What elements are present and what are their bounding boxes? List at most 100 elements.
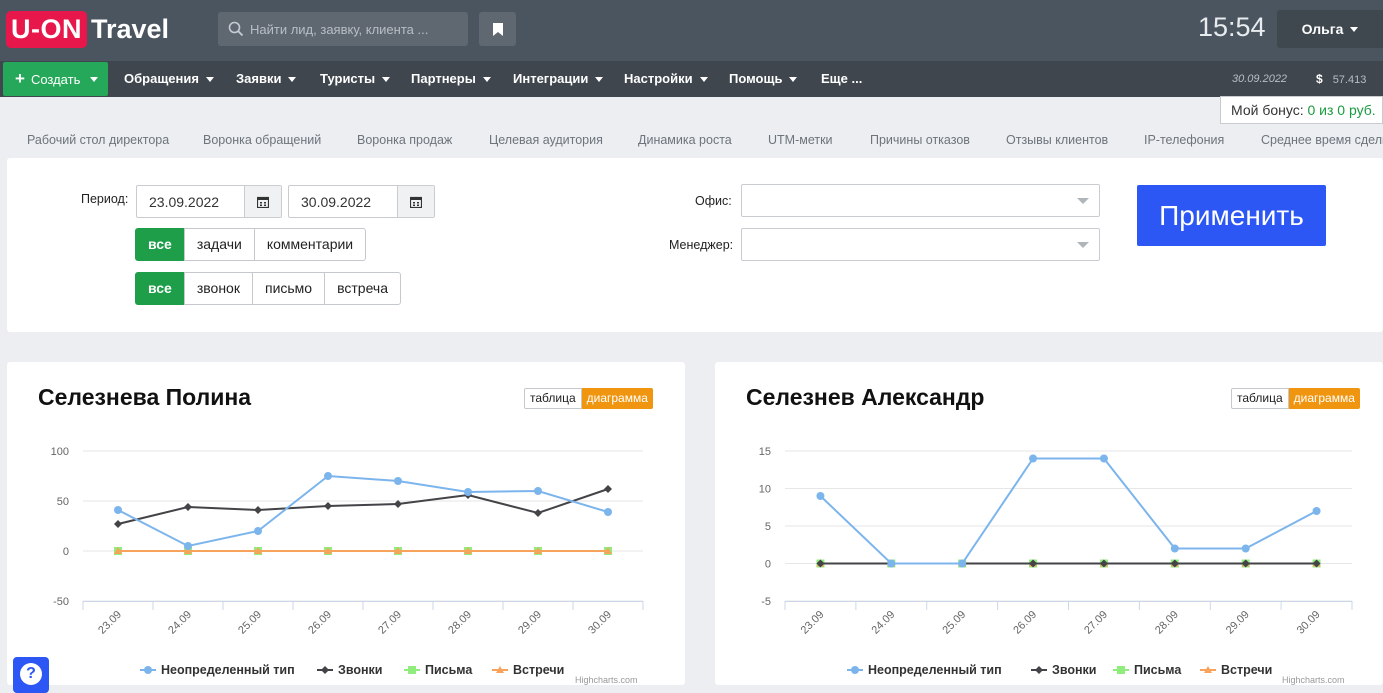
chevron-down-icon: [789, 77, 798, 83]
nav-partners[interactable]: Партнеры: [411, 61, 491, 97]
nav-integrations[interactable]: Интеграции: [513, 61, 604, 97]
data-point: [324, 472, 332, 480]
x-tick-label: 24.09: [869, 609, 897, 637]
tab-director-desk[interactable]: Рабочий стол директора: [27, 133, 169, 147]
nav-settings[interactable]: Настройки: [624, 61, 708, 97]
data-point: [604, 485, 612, 493]
create-label: Создать: [30, 71, 81, 87]
legend-label: Письма: [1134, 663, 1182, 677]
period-label: Период:: [81, 192, 129, 206]
manager-chart-card: Селезнева Полина таблица диаграмма 100 50…: [7, 362, 685, 685]
nav-help[interactable]: Помощь: [729, 61, 798, 97]
help-button[interactable]: ?: [13, 657, 49, 693]
filter-comments-button[interactable]: комментарии: [253, 228, 367, 261]
dollar-icon: $: [1316, 72, 1323, 86]
bookmark-button[interactable]: [479, 12, 516, 46]
tab-reviews[interactable]: Отзывы клиентов: [1006, 133, 1108, 147]
legend-label: Звонки: [338, 663, 382, 677]
y-tick-label: 0: [63, 546, 69, 558]
channel-letter-button[interactable]: письмо: [251, 272, 326, 305]
chevron-down-icon: [595, 77, 604, 83]
search-input[interactable]: [250, 21, 460, 37]
tab-avg-deal-time[interactable]: Среднее время сделк: [1261, 133, 1383, 147]
top-bar: [0, 0, 1383, 61]
calendar-icon[interactable]: [244, 186, 281, 217]
manager-select[interactable]: [741, 228, 1100, 261]
data-point: [324, 502, 332, 510]
nav-orders[interactable]: Заявки: [236, 61, 297, 97]
x-tick-label: 28.09: [1153, 609, 1181, 637]
x-tick-label: 25.09: [940, 609, 968, 637]
legend-marker: [321, 666, 329, 674]
nav-more[interactable]: Еще ...: [821, 61, 862, 97]
calendar-icon[interactable]: [397, 186, 434, 217]
filter-all-button[interactable]: все: [135, 228, 185, 261]
chevron-down-icon: [205, 77, 214, 83]
x-tick-label: 29.09: [1224, 609, 1252, 637]
channel-meeting-button[interactable]: встреча: [324, 272, 401, 305]
channel-call-button[interactable]: звонок: [183, 272, 253, 305]
date-from-field[interactable]: 23.09.2022: [136, 185, 282, 218]
data-point: [254, 506, 262, 514]
nav-label: Помощь: [729, 71, 783, 86]
y-tick-label: 10: [759, 484, 771, 496]
data-point: [254, 527, 262, 535]
data-point: [184, 542, 192, 550]
y-tick-label: 5: [765, 521, 771, 533]
question-icon: ?: [20, 663, 42, 685]
search-box[interactable]: [218, 12, 468, 46]
x-tick-label: 23.09: [96, 609, 124, 637]
tab-utm[interactable]: UTM-метки: [768, 133, 833, 147]
date-to-field[interactable]: 30.09.2022: [288, 185, 435, 218]
data-point: [534, 509, 542, 517]
nav-label: Туристы: [320, 71, 376, 86]
line-chart: 100 50 0 -50 23.09 24.09 25.09 26.09 27.09 28.09 2…: [51, 446, 644, 685]
data-point: [394, 477, 402, 485]
data-point: [534, 487, 542, 495]
bonus-value: 0 из 0 руб.: [1307, 102, 1376, 118]
data-point: [1312, 507, 1321, 515]
tab-growth[interactable]: Динамика роста: [638, 133, 732, 147]
data-point: [604, 508, 612, 516]
apply-button[interactable]: Применить: [1137, 185, 1326, 246]
nav-label: Партнеры: [411, 71, 476, 86]
office-select[interactable]: [741, 184, 1100, 217]
x-tick-label: 24.09: [166, 609, 194, 637]
legend-label: Встречи: [513, 663, 564, 677]
tab-ip-telephony[interactable]: IP-телефония: [1144, 133, 1224, 147]
data-point: [1029, 454, 1038, 463]
channel-all-button[interactable]: все: [135, 272, 185, 305]
balance[interactable]: $57.413: [1316, 61, 1366, 98]
date-from-value: 23.09.2022: [149, 193, 220, 210]
nav-label: Еще ...: [821, 71, 863, 86]
logo-mark: U-ON: [6, 10, 87, 48]
data-point: [114, 506, 122, 514]
nav-requests[interactable]: Обращения: [124, 61, 214, 97]
report-tabs: Рабочий стол директора Воронка обращений…: [0, 133, 1383, 151]
tab-sales-funnel[interactable]: Воронка продаж: [357, 133, 452, 147]
data-point: [114, 520, 122, 528]
legend-label: Письма: [425, 663, 473, 677]
legend-marker: [851, 666, 859, 674]
nav-label: Обращения: [124, 71, 199, 86]
nav-tourists[interactable]: Туристы: [320, 61, 391, 97]
chevron-down-icon: [288, 77, 297, 83]
user-menu[interactable]: Ольга: [1277, 10, 1383, 48]
tab-target-audience[interactable]: Целевая аудитория: [489, 133, 603, 147]
x-tick-label: 30.09: [586, 609, 614, 637]
search-icon: [228, 21, 244, 37]
tab-refusals[interactable]: Причины отказов: [870, 133, 970, 147]
create-button[interactable]: + Создать: [3, 62, 108, 96]
legend-label: Звонки: [1052, 663, 1096, 677]
y-tick-label: -5: [761, 596, 771, 608]
logo[interactable]: U-ON Travel: [6, 10, 169, 48]
type-filter-group: все задачи комментарии: [135, 228, 367, 261]
x-tick-label: 25.09: [236, 609, 264, 637]
x-tick-label: 30.09: [1295, 609, 1323, 637]
data-point: [1170, 544, 1179, 553]
legend-label: Неопределенный тип: [868, 663, 1002, 677]
y-tick-label: 0: [765, 559, 771, 571]
filter-tasks-button[interactable]: задачи: [183, 228, 255, 261]
tab-request-funnel[interactable]: Воронка обращений: [203, 133, 321, 147]
legend-label: Неопределенный тип: [161, 663, 295, 677]
